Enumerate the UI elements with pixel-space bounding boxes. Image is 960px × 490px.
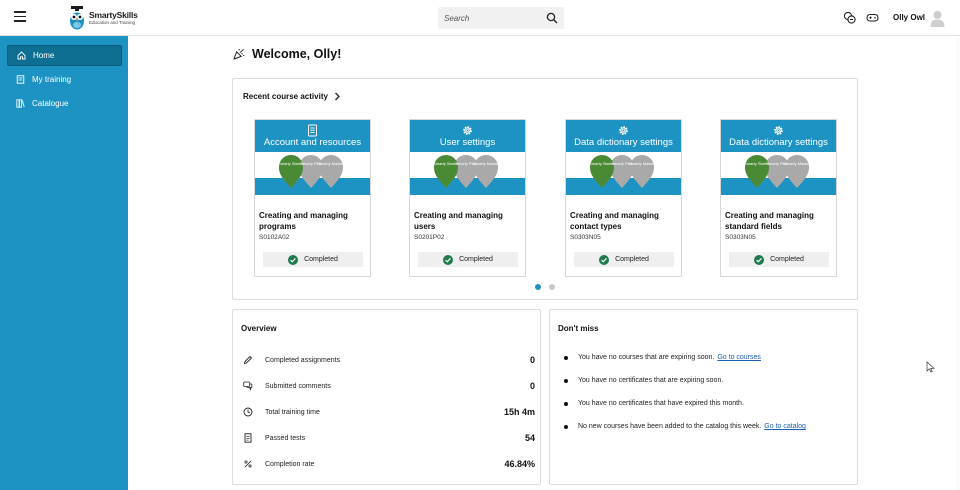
user-name[interactable]: Olly Owl (893, 13, 925, 22)
sidebar: Home My training Catalogue (0, 36, 128, 490)
check-circle-icon (443, 254, 454, 265)
recent-course-activity-panel: Recent course activity Account and resou… (232, 78, 858, 300)
pin-label: Smarty Master (318, 161, 345, 166)
list-item: You have no certificates that have expir… (564, 400, 854, 407)
currency-exchange-icon[interactable] (843, 11, 856, 24)
top-bar: SmartySkills Education and Training Olly… (0, 0, 960, 36)
course-thumbnail: User settings Smarty Starter Smarty Plus… (410, 120, 525, 197)
status-badge: Completed (263, 252, 363, 267)
search-icon[interactable] (546, 12, 558, 24)
page-title: Welcome, Olly! (252, 47, 342, 61)
course-thumbnail: Data dictionary settings Smarty Starter … (721, 120, 836, 197)
pin-label: Smarty Master (629, 161, 656, 166)
course-card[interactable]: User settings Smarty Starter Smarty Plus… (409, 119, 526, 277)
course-thumbnail: Account and resources Smarty Starter Sma… (255, 120, 370, 197)
dont-miss-panel: Don't miss You have no courses that are … (549, 309, 858, 485)
status-badge: Completed (729, 252, 829, 267)
sidebar-item-label: Catalogue (32, 99, 69, 108)
course-title: Creating and managing contact types (570, 211, 659, 231)
sidebar-item-my-training[interactable]: My training (7, 69, 122, 90)
course-code: S0303N05 (570, 234, 601, 241)
welcome-heading: Welcome, Olly! (233, 47, 341, 61)
sidebar-item-label: Home (33, 51, 55, 60)
overview-row-completion-rate: Completion rate 46.84% (243, 458, 535, 470)
gear-icon (774, 126, 783, 135)
search-box (438, 7, 564, 29)
go-to-courses-link[interactable]: Go to courses (717, 354, 761, 361)
carousel-pagination (535, 284, 563, 290)
logo-subtitle: Education and Training (89, 19, 136, 25)
level-pins: Smarty Starter Smarty Plus Smarty Master (589, 155, 656, 188)
course-code: S0102A02 (259, 234, 290, 241)
catalogue-icon (16, 99, 25, 108)
list-item: You have no certificates that are expiri… (564, 377, 854, 384)
status-badge: Completed (418, 252, 518, 267)
overview-row-submitted-comments: Submitted comments 0 (243, 380, 535, 392)
course-banner-label: Data dictionary settings (729, 137, 828, 148)
sidebar-item-home[interactable]: Home (7, 45, 122, 66)
overview-row-total-training-time: Total training time 15h 4m (243, 406, 535, 418)
course-thumbnail: Data dictionary settings Smarty Starter … (566, 120, 681, 197)
carousel-dot-2[interactable] (549, 284, 555, 290)
percent-icon (244, 460, 252, 468)
list-item: No new courses have been added to the ca… (564, 423, 854, 430)
course-card[interactable]: Account and resources Smarty Starter Sma… (254, 119, 371, 277)
chevron-right-icon (334, 92, 340, 101)
search-input[interactable] (444, 10, 539, 26)
check-circle-icon (599, 254, 610, 265)
carousel-dot-1[interactable] (535, 284, 541, 290)
course-title: Creating and managing users (414, 211, 503, 231)
list-item: You have no courses that are expiring so… (564, 354, 854, 361)
check-circle-icon (754, 254, 765, 265)
scrollbar[interactable] (956, 36, 960, 490)
sidebar-item-label: My training (32, 75, 72, 84)
pin-label: Smarty Master (784, 161, 811, 166)
gamepad-icon[interactable] (866, 11, 879, 24)
overview-title: Overview (241, 324, 277, 333)
logo-title: SmartySkills (89, 10, 138, 20)
recent-course-activity-link[interactable]: Recent course activity (243, 92, 341, 101)
check-circle-icon (288, 254, 299, 265)
home-icon (17, 51, 26, 60)
course-banner-label: Data dictionary settings (574, 137, 673, 148)
party-popper-icon (233, 49, 245, 60)
status-badge: Completed (574, 252, 674, 267)
comments-icon (243, 381, 253, 391)
course-banner-label: User settings (439, 137, 496, 148)
mouse-cursor-icon (926, 361, 935, 373)
level-pins: Smarty Starter Smarty Plus Smarty Master (278, 155, 345, 188)
pin-label: Smarty Master (473, 161, 500, 166)
dont-miss-title: Don't miss (558, 324, 599, 333)
course-code: S0303N05 (725, 234, 756, 241)
pencil-icon (243, 355, 253, 365)
overview-row-completed-assignments: Completed assignments 0 (243, 354, 535, 366)
overview-row-passed-tests: Passed tests 54 (243, 432, 535, 444)
document-icon (308, 124, 317, 137)
test-document-icon (244, 433, 252, 443)
logo[interactable]: SmartySkills Education and Training (68, 5, 138, 31)
owl-logo-icon (70, 6, 84, 30)
level-pins: Smarty Starter Smarty Plus Smarty Master (744, 155, 811, 188)
go-to-catalog-link[interactable]: Go to catalog (764, 423, 806, 430)
avatar-icon[interactable] (930, 10, 945, 27)
course-title: Creating and managing programs (259, 211, 348, 231)
course-code: S0201P02 (414, 234, 445, 241)
gear-icon (463, 126, 472, 135)
course-card[interactable]: Data dictionary settings Smarty Starter … (720, 119, 837, 277)
course-banner-label: Account and resources (263, 137, 362, 148)
training-icon (16, 75, 25, 84)
course-card[interactable]: Data dictionary settings Smarty Starter … (565, 119, 682, 277)
overview-panel: Overview Completed assignments 0 Submitt… (232, 309, 541, 485)
gear-icon (619, 126, 628, 135)
sidebar-item-catalogue[interactable]: Catalogue (7, 93, 122, 114)
course-title: Creating and managing standard fields (725, 211, 814, 231)
hamburger-menu-icon[interactable] (14, 11, 26, 23)
level-pins: Smarty Starter Smarty Plus Smarty Master (433, 155, 500, 188)
clock-icon (243, 407, 253, 417)
